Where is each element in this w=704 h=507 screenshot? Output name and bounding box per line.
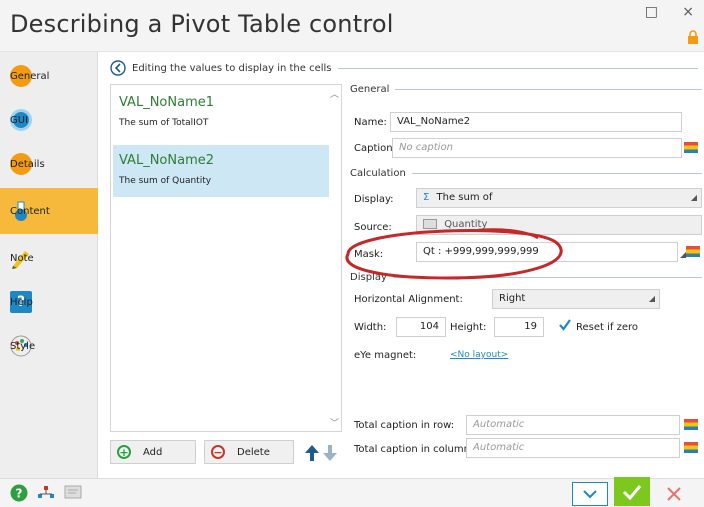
translate-icon[interactable] (686, 246, 700, 257)
halign-select[interactable]: Right ◢ (492, 289, 660, 309)
title-bar: Describing a Pivot Table control □ × (0, 0, 704, 52)
reset-if-zero-label[interactable]: Reset if zero (576, 322, 638, 333)
general-header: General (350, 84, 702, 95)
section-header: Editing the values to display in the cel… (110, 60, 698, 76)
translate-icon[interactable] (684, 142, 698, 153)
mask-label: Mask: (354, 249, 384, 260)
comment-icon[interactable] (64, 485, 82, 501)
display-select[interactable]: Σ The sum of ◢ (416, 188, 702, 208)
delete-button[interactable]: − Delete (204, 440, 294, 464)
window-title: Describing a Pivot Table control (10, 10, 394, 38)
sidebar-item-label: Content (10, 205, 50, 217)
main-area: Editing the values to display in the cel… (98, 52, 704, 478)
close-button[interactable]: × (682, 4, 694, 20)
sidebar-item-help[interactable]: ? Help (0, 282, 98, 322)
display-header: Display (350, 272, 702, 283)
divider (411, 173, 702, 174)
calculation-heading: Calculation (350, 168, 406, 179)
display-value: The sum of (436, 192, 493, 203)
scroll-down-icon[interactable]: ﹀ (330, 416, 339, 429)
list-item-name: VAL_NoName2 (119, 153, 214, 168)
eye-magnet-link[interactable]: <No layout> (450, 350, 508, 360)
total-column-label: Total caption in column: (354, 444, 474, 455)
caption-field[interactable]: No caption (392, 138, 682, 158)
list-item[interactable]: VAL_NoName1 The sum of TotalIOT (113, 87, 329, 139)
back-arrow-icon[interactable] (110, 60, 126, 76)
sidebar-item-label: Note (10, 252, 34, 264)
plus-icon: + (117, 445, 131, 459)
lock-icon (688, 30, 698, 44)
general-heading: General (350, 84, 390, 95)
move-up-icon[interactable] (304, 444, 320, 462)
source-label: Source: (354, 222, 392, 233)
ok-button[interactable] (614, 477, 650, 506)
value-list[interactable]: VAL_NoName1 The sum of TotalIOT VAL_NoNa… (110, 84, 342, 432)
display-label: Display: (354, 194, 394, 205)
height-label: Height: (450, 322, 487, 333)
sidebar-item-label: GUI (10, 114, 29, 126)
checkbox-checked-icon[interactable] (558, 318, 572, 332)
dropdown-arrow-icon: ◢ (690, 193, 697, 202)
halign-value: Right (499, 293, 526, 304)
display-heading: Display (350, 272, 387, 283)
delete-button-label: Delete (237, 446, 270, 458)
height-field[interactable]: 19 (494, 317, 544, 337)
list-item-desc: The sum of TotalIOT (119, 118, 209, 128)
sidebar-item-label: Details (10, 158, 45, 170)
width-label: Width: (354, 322, 387, 333)
divider (392, 277, 702, 278)
svg-text:?: ? (16, 487, 23, 501)
divider (337, 67, 698, 69)
translate-icon[interactable] (684, 419, 698, 430)
expand-button[interactable] (572, 482, 608, 506)
sidebar-item-note[interactable]: Note (0, 238, 98, 278)
cancel-button[interactable] (656, 482, 692, 506)
translate-icon[interactable] (684, 442, 698, 453)
source-field[interactable]: Quantity (416, 215, 702, 235)
divider (395, 89, 702, 90)
close-icon (667, 487, 681, 501)
sidebar-item-gui[interactable]: GUI (0, 100, 98, 140)
source-value: Quantity (444, 219, 488, 230)
sidebar-item-details[interactable]: Details (0, 144, 98, 184)
sidebar-item-label: General (10, 70, 50, 82)
move-down-icon[interactable] (322, 444, 338, 462)
maximize-button[interactable]: □ (645, 4, 658, 20)
sidebar-item-content[interactable]: Content (0, 188, 98, 234)
width-field[interactable]: 104 (396, 317, 446, 337)
sidebar: General GUI Details Content Note ? Help (0, 52, 98, 478)
chevron-down-icon (583, 490, 597, 499)
sidebar-item-style[interactable]: Style (0, 326, 98, 366)
total-column-field[interactable]: Automatic (466, 438, 680, 458)
diagram-icon[interactable] (36, 484, 56, 502)
total-row-label: Total caption in row: (354, 420, 455, 431)
folder-icon (423, 219, 437, 229)
list-item[interactable]: VAL_NoName2 The sum of Quantity (113, 145, 329, 197)
total-row-field[interactable]: Automatic (466, 415, 680, 435)
add-button[interactable]: + Add (110, 440, 196, 464)
list-item-name: VAL_NoName1 (119, 95, 214, 110)
calculation-header: Calculation (350, 168, 702, 179)
checkmark-icon (622, 484, 642, 500)
footer-bar: ? (0, 477, 704, 507)
halign-label: Horizontal Alignment: (354, 294, 463, 305)
mask-field[interactable]: Qt : +999,999,999,999 (416, 242, 678, 262)
sidebar-item-label: Help (10, 296, 33, 308)
sidebar-item-label: Style (10, 340, 36, 352)
properties-panel: General Name: VAL_NoName2 Caption: No ca… (350, 82, 702, 442)
minus-icon: − (211, 445, 225, 459)
sidebar-item-general[interactable]: General (0, 56, 98, 96)
help-icon[interactable]: ? (10, 484, 28, 502)
scroll-up-icon[interactable]: ︿ (330, 87, 339, 100)
sigma-icon: Σ (423, 192, 430, 203)
section-title: Editing the values to display in the cel… (132, 62, 332, 74)
name-field[interactable]: VAL_NoName2 (390, 112, 682, 132)
eye-magnet-label: eYe magnet: (354, 350, 417, 361)
caption-label: Caption: (354, 143, 396, 154)
add-button-label: Add (143, 446, 163, 458)
dropdown-arrow-icon: ◢ (648, 294, 655, 303)
name-label: Name: (354, 117, 387, 128)
list-item-desc: The sum of Quantity (119, 176, 212, 186)
